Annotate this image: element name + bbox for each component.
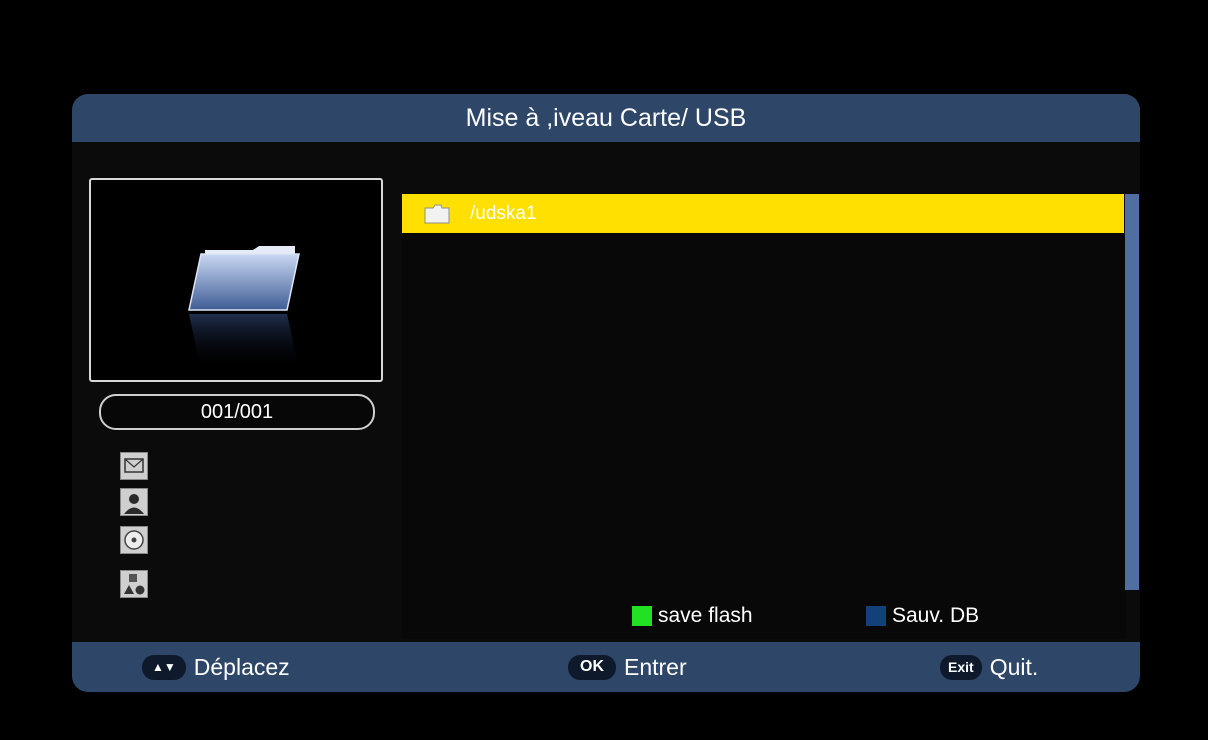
user-icon[interactable] [120, 488, 148, 516]
green-key-label: save flash [658, 604, 753, 627]
scrollbar[interactable] [1125, 194, 1139, 590]
exit-hint: Exit Quit. [940, 642, 1038, 692]
ok-key[interactable]: OK [568, 654, 616, 680]
tv-screen: Mise à ,iveau Carte/ USB 001/001 /udska1… [6, 10, 1202, 726]
move-hint: ▲▼ Déplacez [142, 642, 290, 692]
ok-hint: OK Entrer [568, 642, 687, 692]
disc-icon[interactable] [120, 526, 148, 554]
folder-icon [424, 204, 450, 224]
file-name: /udska1 [470, 202, 537, 224]
image-icon[interactable] [120, 452, 148, 480]
list-item[interactable]: /udska1 [402, 194, 1124, 233]
exit-key[interactable]: Exit [940, 654, 982, 680]
move-label: Déplacez [193, 653, 290, 680]
folder-preview [89, 178, 383, 382]
usb-upgrade-dialog: Mise à ,iveau Carte/ USB 001/001 /udska1… [72, 94, 1140, 692]
exit-label: Quit. [989, 653, 1039, 680]
file-counter: 001/001 [99, 394, 375, 430]
shapes-icon[interactable] [120, 570, 148, 598]
footer-bar: ▲▼ Déplacez OK Entrer Exit Quit. [72, 642, 1140, 692]
blue-key-label: Sauv. DB [892, 604, 980, 627]
title-bar: Mise à ,iveau Carte/ USB [72, 94, 1140, 142]
file-list: /udska1 [402, 194, 1126, 639]
green-key-swatch [632, 606, 652, 626]
page-title: Mise à ,iveau Carte/ USB [465, 103, 747, 132]
ok-label: Entrer [624, 653, 687, 680]
folder-icon [188, 246, 300, 370]
green-key-legend: save flash [632, 604, 753, 628]
blue-key-swatch [866, 606, 886, 626]
up-down-key[interactable]: ▲▼ [142, 654, 186, 680]
blue-key-legend: Sauv. DB [866, 604, 979, 628]
